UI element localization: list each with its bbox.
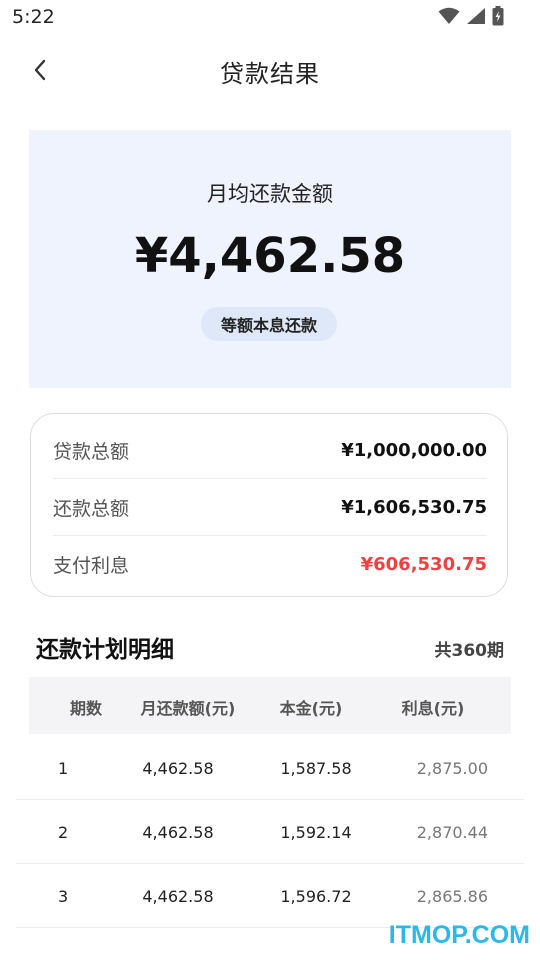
interest-cell: 2,865.86 [416, 887, 488, 906]
table-row: 2 4,462.58 1,592.14 2,870.44 [16, 799, 524, 864]
period-cell: 3 [58, 887, 69, 906]
page-title: 贷款结果 [220, 60, 320, 88]
watermark-logo: ITMOP.COM [388, 921, 530, 949]
monthly-payment-amount: ¥4,462.58 [134, 228, 406, 284]
battery-icon [492, 6, 504, 30]
loan-totals-card: 贷款总额 ¥1,000,000.00 还款总额 ¥1,606,530.75 支付… [30, 413, 508, 597]
repayment-total-label: 还款总额 [53, 498, 130, 520]
principal-cell: 1,587.58 [280, 759, 352, 778]
column-header-monthly-payment: 月还款额(元) [140, 699, 236, 718]
column-header-period: 期数 [69, 699, 103, 718]
loan-total-label: 贷款总额 [53, 441, 130, 463]
period-cell: 2 [58, 823, 69, 842]
interest-total-row: 支付利息 ¥606,530.75 [53, 536, 487, 593]
repayment-method-badge: 等额本息还款 [201, 307, 337, 341]
status-bar: 5:22 [0, 0, 540, 38]
principal-cell: 1,596.72 [280, 887, 352, 906]
monthly-payment-cell: 4,462.58 [142, 759, 214, 778]
status-time: 5:22 [12, 6, 55, 28]
monthly-payment-card: 月均还款金额 ¥4,462.58 等额本息还款 [29, 130, 511, 388]
loan-total-row: 贷款总额 ¥1,000,000.00 [53, 422, 487, 479]
interest-total-value: ¥606,530.75 [360, 554, 487, 575]
monthly-payment-label: 月均还款金额 [207, 182, 333, 206]
interest-total-label: 支付利息 [53, 555, 130, 577]
status-icons [438, 6, 504, 30]
app-header: 贷款结果 [0, 40, 540, 104]
signal-icon [466, 7, 486, 29]
monthly-payment-cell: 4,462.58 [142, 887, 214, 906]
repayment-total-row: 还款总额 ¥1,606,530.75 [53, 479, 487, 536]
wifi-icon [438, 7, 460, 29]
loan-result-screen: 5:22 贷款结果 月均还款金额 ¥4,462.58 等额本息还款 贷款总额 ¥… [0, 0, 540, 960]
schedule-table-header: 期数 月还款额(元) 本金(元) 利息(元) [29, 677, 511, 734]
loan-total-value: ¥1,000,000.00 [341, 440, 487, 461]
repayment-total-value: ¥1,606,530.75 [341, 497, 487, 518]
column-header-interest: 利息(元) [401, 699, 465, 718]
schedule-count: 共360期 [434, 641, 505, 661]
principal-cell: 1,592.14 [280, 823, 352, 842]
interest-cell: 2,875.00 [416, 759, 488, 778]
monthly-payment-cell: 4,462.58 [142, 823, 214, 842]
column-header-principal: 本金(元) [279, 699, 343, 718]
schedule-title: 还款计划明细 [36, 637, 174, 663]
period-cell: 1 [58, 759, 69, 778]
interest-cell: 2,870.44 [416, 823, 488, 842]
table-row: 1 4,462.58 1,587.58 2,875.00 [16, 735, 524, 800]
table-row: 3 4,462.58 1,596.72 2,865.86 [16, 863, 524, 928]
